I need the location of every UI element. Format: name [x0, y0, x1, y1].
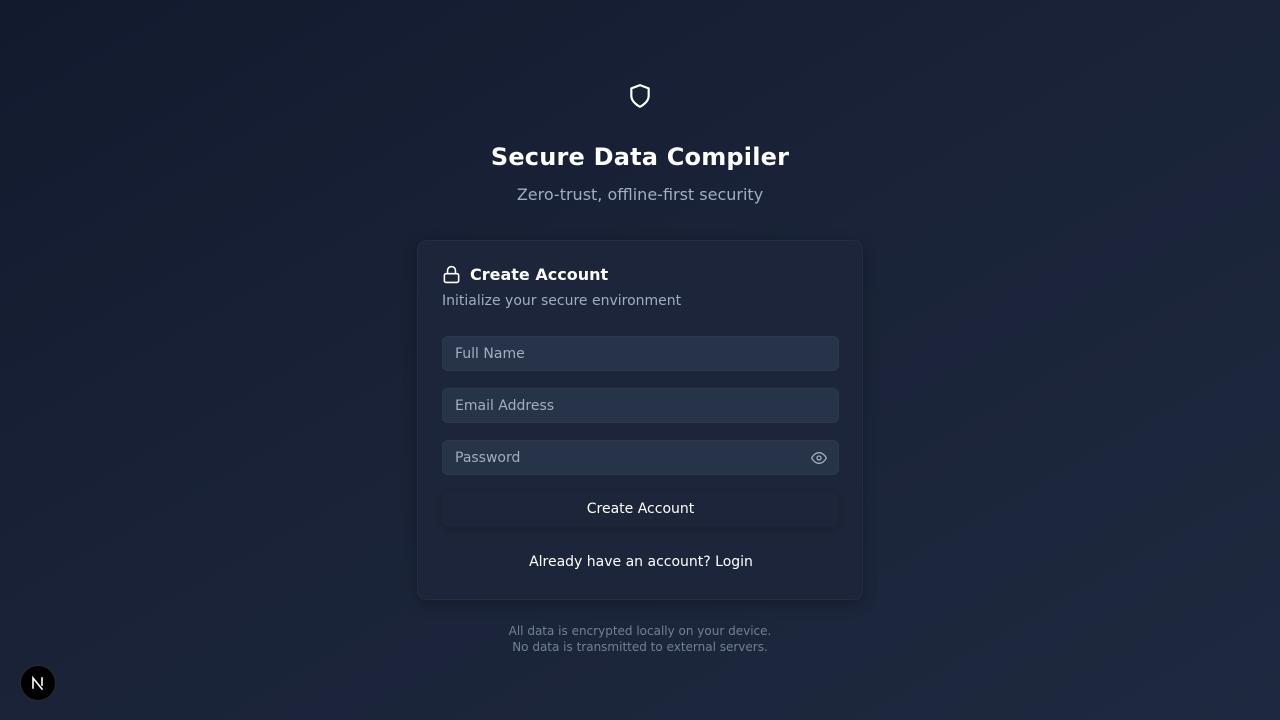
create-account-card: Create Account Initialize your secure en…: [417, 240, 863, 600]
password-field-wrapper: [442, 440, 839, 475]
full-name-input[interactable]: [443, 337, 838, 370]
full-name-field-wrapper: [442, 336, 839, 371]
login-link[interactable]: Already have an account? Login: [418, 554, 864, 570]
email-field-wrapper: [442, 388, 839, 423]
card-description: Initialize your secure environment: [442, 293, 682, 309]
app-subtitle: Zero-trust, offline-first security: [516, 185, 764, 204]
shield-icon: [626, 81, 654, 111]
app-title: Secure Data Compiler: [490, 143, 790, 171]
nextjs-n-icon[interactable]: [20, 665, 56, 701]
password-input[interactable]: [443, 441, 838, 474]
footer-note-transmission: No data is transmitted to external serve…: [512, 640, 768, 654]
eye-icon[interactable]: [810, 450, 828, 466]
create-account-button[interactable]: Create Account: [442, 491, 839, 527]
email-input[interactable]: [443, 389, 838, 422]
footer-note-encryption: All data is encrypted locally on your de…: [508, 624, 772, 638]
lock-icon: [442, 264, 461, 285]
signup-page: Secure Data Compiler Zero-trust, offline…: [0, 0, 1280, 720]
card-title: Create Account: [470, 265, 609, 284]
card-header: Create Account: [442, 264, 608, 285]
